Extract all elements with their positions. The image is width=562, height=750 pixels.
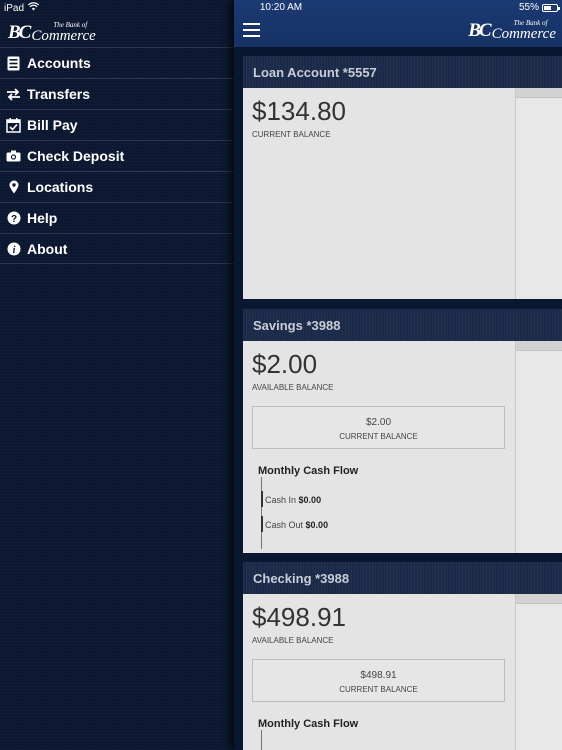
- cash-out-label: Cash Out: [265, 520, 304, 530]
- help-icon: ?: [6, 211, 21, 226]
- camera-icon: [6, 149, 21, 164]
- account-card-title: Savings *3988: [243, 309, 562, 341]
- sidebar-item-bill-pay[interactable]: Bill Pay: [0, 109, 234, 140]
- account-card-loan[interactable]: Loan Account *5557 $134.80 CURRENT BALAN…: [243, 56, 562, 299]
- balance-label: CURRENT BALANCE: [252, 130, 331, 139]
- monthly-cash-flow-title: Monthly Cash Flow: [258, 465, 359, 477]
- cash-out-value: $0.00: [305, 520, 329, 530]
- cash-flow-axis: [261, 730, 262, 750]
- sidebar-item-label: Transfers: [27, 86, 91, 102]
- current-balance-label: CURRENT BALANCE: [339, 432, 418, 441]
- current-balance-box: $498.91 CURRENT BALANCE: [252, 659, 505, 702]
- status-right: 55%: [518, 2, 560, 13]
- sidebar-item-accounts[interactable]: Accounts: [0, 47, 234, 78]
- balance-amount: $498.91: [252, 602, 346, 632]
- sidebar-item-label: Bill Pay: [27, 117, 78, 133]
- account-card-body: $134.80 CURRENT BALANCE: [243, 88, 562, 299]
- sidebar-item-label: Accounts: [27, 55, 91, 71]
- transfer-arrows-icon: [6, 87, 21, 102]
- logo-big: Commerce: [31, 28, 96, 44]
- account-card-title: Loan Account *5557: [243, 56, 562, 88]
- map-pin-icon: [6, 180, 21, 195]
- sidebar-item-transfers[interactable]: Transfers: [0, 78, 234, 109]
- current-balance-box: $2.00 CURRENT BALANCE: [252, 406, 505, 449]
- account-card-checking[interactable]: Checking *3988 $498.91 AVAILABLE BALANCE…: [243, 562, 562, 750]
- card-side-strip: [515, 594, 562, 750]
- logo-text: The Bank of Commerce: [492, 20, 556, 42]
- cash-in-row: Cash In $0.00: [265, 495, 321, 505]
- balance-label: AVAILABLE BALANCE: [252, 383, 334, 392]
- current-balance-amount: $2.00: [365, 417, 392, 428]
- account-card-body: $2.00 AVAILABLE BALANCE $2.00 CURRENT BA…: [243, 341, 562, 553]
- sidebar-logo: BC The Bank of Commerce: [8, 20, 96, 44]
- logo-text: The Bank of Commerce: [31, 22, 95, 44]
- cash-out-bar: [261, 516, 263, 532]
- card-side-strip: [515, 341, 562, 553]
- calendar-check-icon: [6, 117, 21, 133]
- logo-big: Commerce: [491, 26, 556, 42]
- balance-amount: $134.80: [252, 96, 346, 126]
- cash-in-value: $0.00: [298, 495, 322, 505]
- current-balance-amount: $498.91: [360, 670, 397, 681]
- sidebar-item-label: About: [27, 240, 68, 257]
- cash-out-row: Cash Out $0.00: [265, 520, 328, 530]
- balance-label: AVAILABLE BALANCE: [252, 636, 334, 645]
- nav-logo: BC The Bank of Commerce: [468, 20, 556, 42]
- battery-percent: 55%: [518, 2, 539, 13]
- sidebar-item-label: Locations: [27, 179, 94, 195]
- main-panel: BC The Bank of Commerce Loan Account *55…: [234, 0, 562, 750]
- battery-fill: [544, 5, 551, 10]
- sidebar-menu: Accounts Transfers Bill Pay Check Deposi…: [0, 47, 234, 264]
- cash-in-label: Cash In: [265, 495, 297, 505]
- sidebar: BC The Bank of Commerce Accounts Transfe…: [0, 0, 234, 750]
- cash-in-bar: [261, 491, 263, 507]
- sidebar-item-locations[interactable]: Locations: [0, 171, 234, 202]
- cash-flow-axis: [261, 477, 262, 549]
- accounts-icon: [6, 56, 21, 71]
- hamburger-menu-icon[interactable]: [243, 23, 260, 37]
- status-time: 10:20 AM: [259, 2, 303, 13]
- sidebar-item-label: Check Deposit: [27, 148, 125, 164]
- sidebar-item-check-deposit[interactable]: Check Deposit: [0, 140, 234, 171]
- logo-mark: BC: [468, 20, 491, 41]
- svg-text:i: i: [12, 245, 15, 256]
- card-side-strip: [515, 88, 562, 299]
- account-card-body: $498.91 AVAILABLE BALANCE $498.91 CURREN…: [243, 594, 562, 750]
- sidebar-item-about[interactable]: i About: [0, 233, 234, 264]
- battery-icon: [542, 3, 560, 12]
- status-bar: iPad 10:20 AM 55%: [0, 0, 562, 16]
- logo-mark: BC: [8, 22, 31, 43]
- balance-amount: $2.00: [252, 349, 318, 379]
- svg-text:?: ?: [10, 214, 16, 225]
- sidebar-item-label: Help: [27, 210, 58, 226]
- account-card-title: Checking *3988: [243, 562, 562, 594]
- current-balance-label: CURRENT BALANCE: [339, 685, 418, 694]
- sidebar-item-help[interactable]: ? Help: [0, 202, 234, 233]
- info-icon: i: [6, 241, 21, 256]
- account-card-savings[interactable]: Savings *3988 $2.00 AVAILABLE BALANCE $2…: [243, 309, 562, 553]
- monthly-cash-flow-title: Monthly Cash Flow: [258, 718, 359, 730]
